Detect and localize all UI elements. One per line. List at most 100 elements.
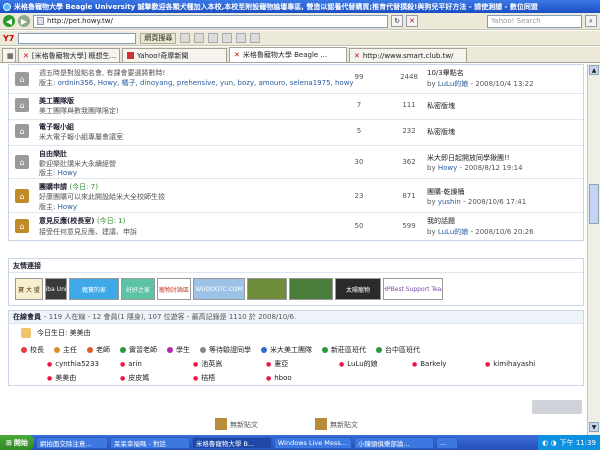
friend-link-banner[interactable]: 好好之家: [121, 278, 155, 300]
tab-2[interactable]: Yahoo!奇摩新聞: [122, 48, 227, 62]
moderators-list[interactable]: Howy: [58, 203, 77, 211]
member-group: 老師: [87, 345, 110, 355]
url-field[interactable]: http://pet.howy.tw/: [33, 14, 388, 28]
online-member[interactable]: ● 皮皮媽: [120, 373, 193, 383]
taskbar-task[interactable]: 米格魯寵物大學 B...: [191, 436, 272, 449]
online-member[interactable]: ● 憲亞: [266, 359, 339, 369]
toolbar-search-input[interactable]: [18, 32, 137, 44]
moderators-list[interactable]: Howy: [58, 169, 77, 177]
car-icon[interactable]: [236, 33, 247, 43]
friend-link-banner[interactable]: WUDOGTC.COM: [193, 278, 245, 300]
wrench-icon[interactable]: [208, 33, 219, 43]
online-member[interactable]: ● arin: [120, 360, 193, 368]
scrollbar-thumb[interactable]: [589, 184, 599, 224]
url-text: http://pet.howy.tw/: [47, 17, 113, 25]
member-groups-legend: 校長 主任 老師 實習老師 學生 等待驗證同學 米大美工團隊 新莊區班代 台中區班代: [9, 342, 583, 357]
last-post: 10/3畢點名 by LuLu的娘 - 2008/10/4 13:22: [427, 68, 534, 89]
last-post-user[interactable]: LuLu的娘: [438, 228, 468, 236]
search-icon[interactable]: ⌕: [585, 15, 597, 27]
member-name: LuLu的娘: [347, 360, 378, 368]
friend-link-banner[interactable]: 豬寶的家: [69, 278, 119, 300]
online-member[interactable]: ● 桔梧: [193, 373, 266, 383]
yahoo-logo[interactable]: Y7: [3, 34, 14, 43]
last-post-title[interactable]: 我的話題: [427, 217, 455, 225]
close-icon[interactable]: ✕: [23, 52, 29, 60]
post-count: 362: [402, 158, 416, 166]
online-member[interactable]: ● hboo: [266, 374, 339, 382]
forum-title[interactable]: 意見反應(校長室): [39, 217, 94, 225]
online-member[interactable]: ● cynthia5233: [47, 360, 120, 368]
paw-icon: ●: [47, 374, 53, 382]
search-input[interactable]: Yahoo! Search: [487, 14, 582, 28]
forum-moderators: 版主: ordnin356, Howy, 橘子, dinoyang, prehe…: [39, 78, 354, 88]
forum-title[interactable]: 團購申請: [39, 183, 67, 191]
last-post-user[interactable]: LuLu的娘: [438, 80, 468, 88]
toolbar-search-button[interactable]: 網頁搜尋: [140, 32, 177, 44]
forum-status-icon: ⌂: [15, 72, 29, 86]
stop-icon[interactable]: ✕: [406, 15, 418, 27]
friend-link-banner[interactable]: PHPBest Support Team: [383, 278, 443, 300]
friend-link-banner[interactable]: 寶 大 盟: [15, 278, 43, 300]
forum-new-posts-icon: ⌂: [15, 219, 29, 233]
online-member[interactable]: ● 池英嵩: [193, 359, 266, 369]
member-name: 桔梧: [201, 374, 216, 382]
mail-icon[interactable]: [250, 33, 261, 43]
pencil-icon[interactable]: [180, 33, 191, 43]
last-post-user[interactable]: yushin: [438, 198, 461, 206]
taskbar-task[interactable]: 網拍面交除注意...: [35, 436, 108, 449]
online-member[interactable]: ● LuLu的娘: [339, 359, 412, 369]
close-icon[interactable]: ✕: [234, 51, 240, 59]
forward-arrow-icon[interactable]: ▶: [18, 15, 30, 27]
forum-row: ⌂ 電子報小組 米大電子報小組專屬會議室 5 232 私密版塊: [9, 120, 583, 146]
taskbar-task[interactable]: ...: [435, 436, 458, 449]
group-color-icon: [87, 346, 93, 353]
start-button[interactable]: ⊞ 開始: [0, 435, 34, 450]
online-member[interactable]: ● 美美由: [47, 373, 120, 383]
paw-icon: ●: [120, 374, 126, 382]
taskbar-task[interactable]: 小鐘頭俱樂部論...: [353, 436, 434, 449]
last-post-title[interactable]: 團購-乾燥桶: [427, 188, 465, 196]
friend-link-banner[interactable]: Shiba Union: [45, 278, 67, 300]
member-group: 校長: [21, 345, 44, 355]
by-label: by: [427, 80, 436, 88]
back-arrow-icon[interactable]: ◀: [3, 15, 15, 27]
tab-4[interactable]: ✕ http://www.smart.club.tw/: [349, 48, 467, 62]
cart-icon[interactable]: [222, 33, 233, 43]
online-member[interactable]: ● kimihayashi: [485, 360, 558, 368]
vertical-scrollbar[interactable]: ▲ ▼: [587, 64, 600, 435]
friend-link-banner[interactable]: 太陽寵物: [335, 278, 381, 300]
no-new-posts-icon: [215, 418, 227, 430]
last-post-time: - 2008/8/12 19:14: [459, 164, 523, 172]
forum-name[interactable]: 美工團隊版: [39, 96, 74, 106]
close-icon[interactable]: ✕: [354, 52, 360, 60]
refresh-icon[interactable]: ↻: [391, 15, 403, 27]
friend-link-banner[interactable]: [247, 278, 287, 300]
group-color-icon: [167, 346, 173, 353]
last-post-title: 私密版塊: [427, 102, 455, 110]
friend-link-banner[interactable]: 寵物討論區: [157, 278, 191, 300]
forum-name[interactable]: 自由樂肚: [39, 149, 67, 159]
scroll-up-icon[interactable]: ▲: [589, 65, 599, 75]
box-icon[interactable]: [194, 33, 205, 43]
friend-link-banner[interactable]: [289, 278, 333, 300]
tab-1[interactable]: ✕ [米格魯寵物大學] 概想生...: [18, 48, 120, 62]
address-bar: ◀ ▶ http://pet.howy.tw/ ↻ ✕ Yahoo! Searc…: [0, 13, 600, 30]
last-post-title: 私密版塊: [427, 128, 455, 136]
last-post-user[interactable]: Howy: [438, 164, 457, 172]
last-post-title[interactable]: 10/3畢點名: [427, 69, 464, 77]
taskbar-task[interactable]: 呆呆幸福嗎 - 對話: [109, 436, 190, 449]
moderators-list[interactable]: ordnin356, Howy, 橘子, dinoyang, prehensiv…: [58, 79, 354, 87]
last-post-title[interactable]: 米大即日起開放同學揪團!!: [427, 154, 510, 162]
post-count: 871: [402, 192, 416, 200]
scroll-down-icon[interactable]: ▼: [589, 422, 599, 432]
online-member[interactable]: ● Barkely: [412, 360, 485, 368]
group-color-icon: [120, 346, 126, 353]
taskbar-task[interactable]: Windows Live Mess...: [273, 436, 352, 449]
group-color-icon: [376, 346, 382, 353]
forum-name[interactable]: 電子報小組: [39, 122, 74, 132]
tab-strip-icon[interactable]: ▦: [2, 48, 16, 62]
by-label: by: [427, 228, 436, 236]
taskbar-task-label: 小鐘頭俱樂部論...: [357, 439, 410, 448]
forum-status-icon: ⌂: [15, 155, 29, 169]
tab-3[interactable]: ✕ 米格魯寵物大學 Beagle ...: [229, 47, 347, 62]
